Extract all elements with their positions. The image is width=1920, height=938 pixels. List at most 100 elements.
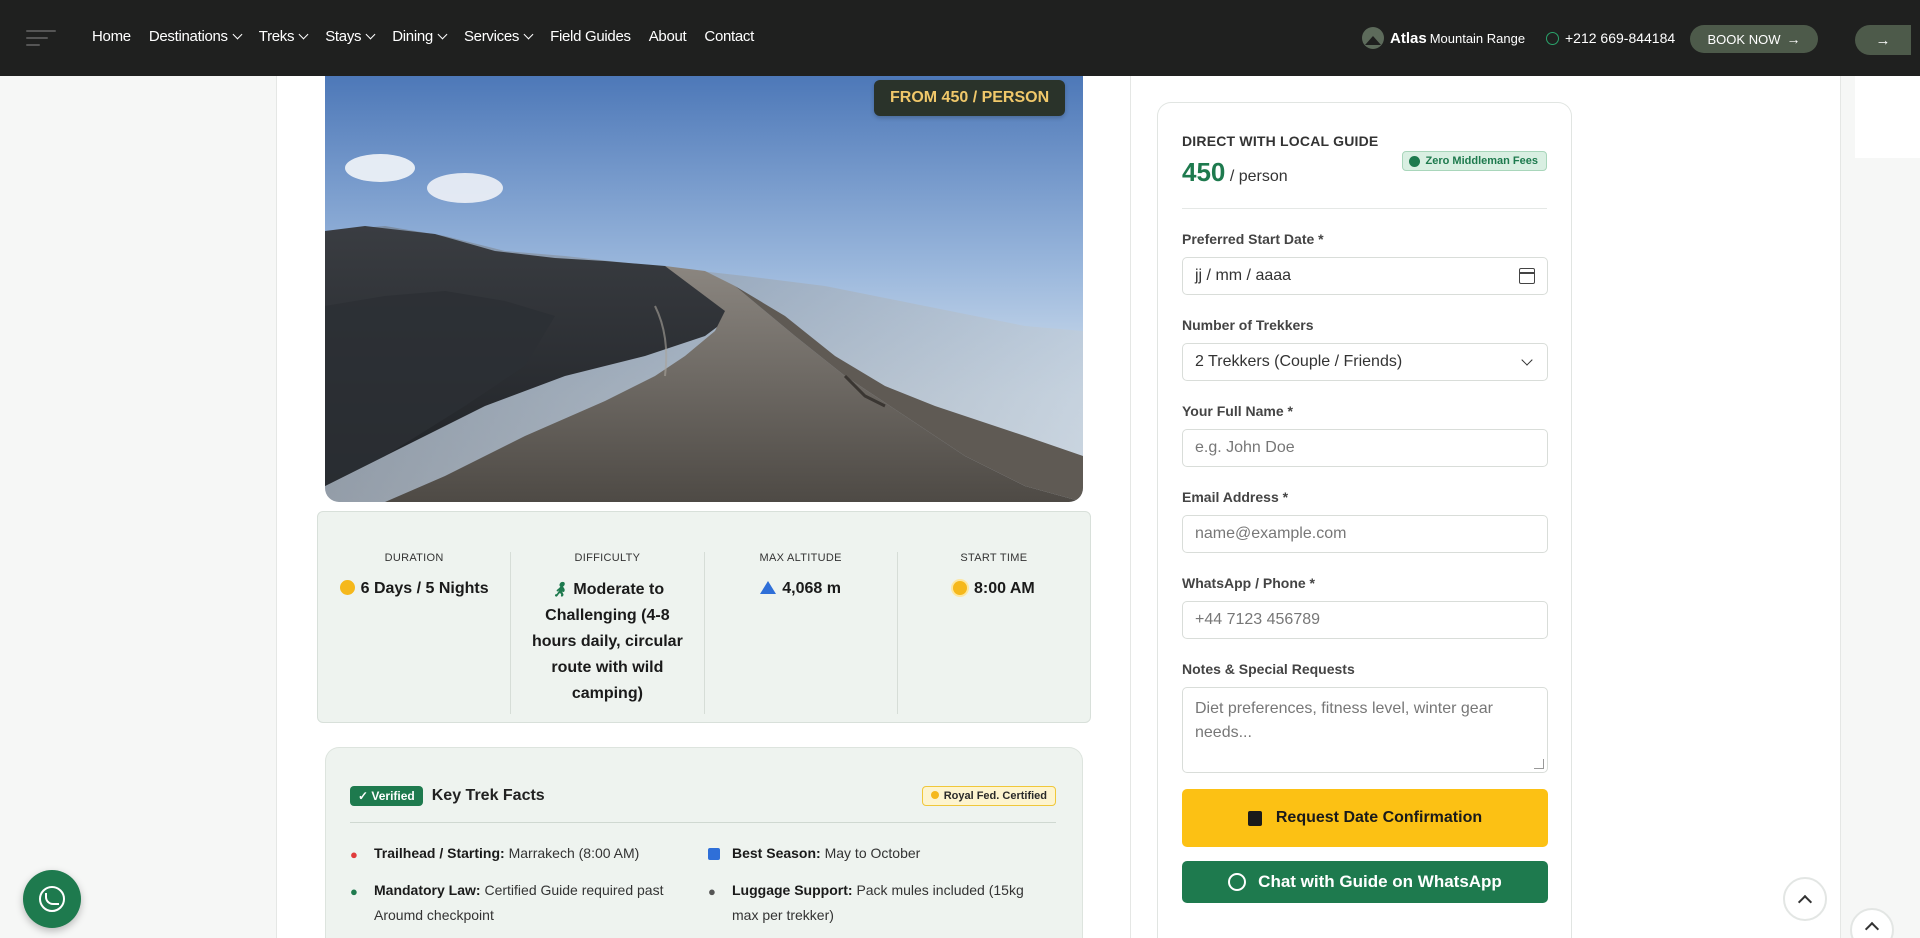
side-tab-button[interactable]: → (1855, 25, 1911, 55)
booking-card: DIRECT WITH LOCAL GUIDE 450 / person Zer… (1157, 102, 1572, 938)
fact-text: Luggage Support: Pack mules included (15… (732, 878, 1038, 928)
mountain-ridge-photo (325, 76, 1083, 502)
nav-item-services[interactable]: Services (464, 28, 534, 45)
facts-title: Key Trek Facts (431, 787, 545, 804)
arrow-right-icon: → (1786, 31, 1801, 47)
stat-value: 4,068 m (782, 580, 841, 597)
pin-icon: ● (350, 847, 358, 862)
mule-icon: ● (708, 884, 716, 899)
stat-value-row: 6 Days / 5 Nights (328, 576, 500, 602)
nav-item-stays[interactable]: Stays (325, 28, 376, 45)
whatsapp-icon (1228, 873, 1247, 891)
phone-input[interactable]: +44 7123 456789 (1182, 601, 1548, 639)
sun-icon (952, 581, 967, 595)
price-badge: FROM 450 / PERSON (874, 80, 1066, 116)
request-confirmation-label: Request Date Confirmation (1275, 809, 1483, 826)
clock-icon (339, 580, 355, 595)
side-panel-strip (1855, 76, 1920, 158)
nav-item-about[interactable]: About (649, 28, 687, 45)
fact-value: Marrakech (8:00 AM) (508, 845, 640, 861)
floating-whatsapp-button[interactable] (23, 870, 81, 928)
book-now-label: BOOK NOW (1707, 31, 1781, 47)
chevron-down-icon (523, 29, 534, 40)
whatsapp-chat-label: Chat with Guide on WhatsApp (1258, 872, 1502, 891)
nav-item-field-guides[interactable]: Field Guides (550, 28, 631, 45)
nav-item-destinations[interactable]: Destinations (149, 28, 243, 45)
brand-subtitle: Mountain Range (1429, 30, 1526, 46)
facts-header: ✓ Verified Key Trek Facts Royal Fed. Cer… (350, 786, 1056, 823)
fact-best-season: Best Season: May to October (708, 841, 1038, 868)
nav-item-contact[interactable]: Contact (704, 28, 754, 45)
stat-label: DIFFICULTY (574, 552, 641, 564)
whatsapp-icon (1546, 31, 1559, 45)
notes-label: Notes & Special Requests (1182, 661, 1355, 677)
chevron-down-icon (232, 29, 243, 40)
royal-certified-badge: Royal Fed. Certified (921, 786, 1056, 806)
resize-handle-icon[interactable] (1534, 759, 1544, 769)
nav-item-dining[interactable]: Dining (392, 28, 448, 45)
price-display: 450 / person (1182, 157, 1288, 188)
stat-label: MAX ALTITUDE (759, 552, 842, 564)
stat-duration: DURATION 6 Days / 5 Nights (318, 552, 512, 714)
stat-label: START TIME (960, 552, 1028, 564)
nav-links: Home Destinations Treks Stays Dining Ser… (92, 28, 772, 45)
trek-stats-panel: DURATION 6 Days / 5 Nights DIFFICULTY 🚶︎… (317, 511, 1091, 723)
scroll-to-top-button-secondary[interactable] (1850, 908, 1894, 938)
calendar-icon-wrap (708, 841, 732, 868)
hero-mountain-image (325, 76, 1083, 502)
book-now-button[interactable]: BOOK NOW → (1690, 25, 1818, 53)
verified-label: Verified (371, 789, 415, 803)
calendar-check-icon (1247, 810, 1262, 826)
fact-mandatory-law: ● Mandatory Law: Certified Guide require… (350, 878, 708, 928)
facts-header-left: ✓ Verified Key Trek Facts (350, 786, 545, 806)
facts-grid: ● Trailhead / Starting: Marrakech (8:00 … (350, 841, 1056, 928)
royal-certified-label: Royal Fed. Certified (943, 790, 1047, 802)
stat-max-altitude: MAX ALTITUDE 4,068 m (705, 552, 898, 714)
fact-key: Trailhead / Starting: (374, 845, 505, 861)
booking-kicker: DIRECT WITH LOCAL GUIDE (1182, 133, 1379, 149)
fact-value: May to October (824, 845, 921, 861)
phone-link[interactable]: +212 669-844184 (1546, 30, 1675, 46)
zero-fee-badge: Zero Middleman Fees (1401, 151, 1547, 171)
calendar-icon[interactable] (1519, 268, 1535, 284)
chevron-down-icon (437, 29, 448, 40)
stat-label: DURATION (384, 552, 444, 564)
stat-value: 6 Days / 5 Nights (360, 580, 489, 597)
email-input[interactable]: name@example.com (1182, 515, 1548, 553)
chevron-down-icon (298, 29, 309, 40)
brand-logo-link[interactable]: Atlas Mountain Range (1362, 27, 1525, 49)
start-date-input[interactable]: jj / mm / aaaa (1182, 257, 1548, 295)
nav-item-home[interactable]: Home (92, 28, 131, 45)
fact-key: Best Season: (732, 845, 821, 861)
full-name-input[interactable]: e.g. John Doe (1182, 429, 1548, 467)
email-label: Email Address * (1182, 489, 1289, 505)
zero-fee-label: Zero Middleman Fees (1425, 155, 1538, 167)
nav-item-treks[interactable]: Treks (259, 28, 309, 45)
whatsapp-chat-button[interactable]: Chat with Guide on WhatsApp (1182, 861, 1548, 903)
hiker-icon: 🚶︎ (550, 581, 569, 597)
phone-number: +212 669-844184 (1565, 30, 1676, 46)
fact-key: Mandatory Law: (374, 882, 481, 898)
price-value: 450 (1182, 157, 1226, 187)
chevron-up-icon (1797, 894, 1813, 909)
top-navbar: Home Destinations Treks Stays Dining Ser… (0, 0, 1920, 76)
user-check-icon: ● (350, 884, 358, 899)
price-unit: / person (1229, 168, 1288, 185)
request-confirmation-button[interactable]: Request Date Confirmation (1182, 789, 1548, 847)
trekkers-select[interactable]: 2 Trekkers (Couple / Friends) (1182, 343, 1548, 381)
fact-text: Trailhead / Starting: Marrakech (8:00 AM… (374, 841, 639, 868)
calendar-icon (708, 848, 720, 860)
stat-difficulty: DIFFICULTY 🚶︎ Moderate to Challenging (4-… (511, 552, 705, 714)
stat-value-row: 🚶︎ Moderate to Challenging (4-8 hours dai… (521, 576, 693, 707)
fact-luggage-support: ● Luggage Support: Pack mules included (… (708, 878, 1038, 928)
notes-textarea[interactable]: Diet preferences, fitness level, winter … (1182, 687, 1548, 773)
scroll-to-top-button[interactable] (1783, 877, 1827, 921)
medal-icon (930, 791, 939, 799)
menu-icon[interactable] (26, 30, 56, 51)
whatsapp-icon (39, 886, 65, 912)
mountain-logo-icon (1362, 27, 1384, 49)
fact-text: Mandatory Law: Certified Guide required … (374, 878, 708, 928)
chevron-down-icon (1521, 354, 1533, 366)
stat-value: 8:00 AM (973, 580, 1035, 597)
notes-placeholder: Diet preferences, fitness level, winter … (1195, 700, 1493, 741)
